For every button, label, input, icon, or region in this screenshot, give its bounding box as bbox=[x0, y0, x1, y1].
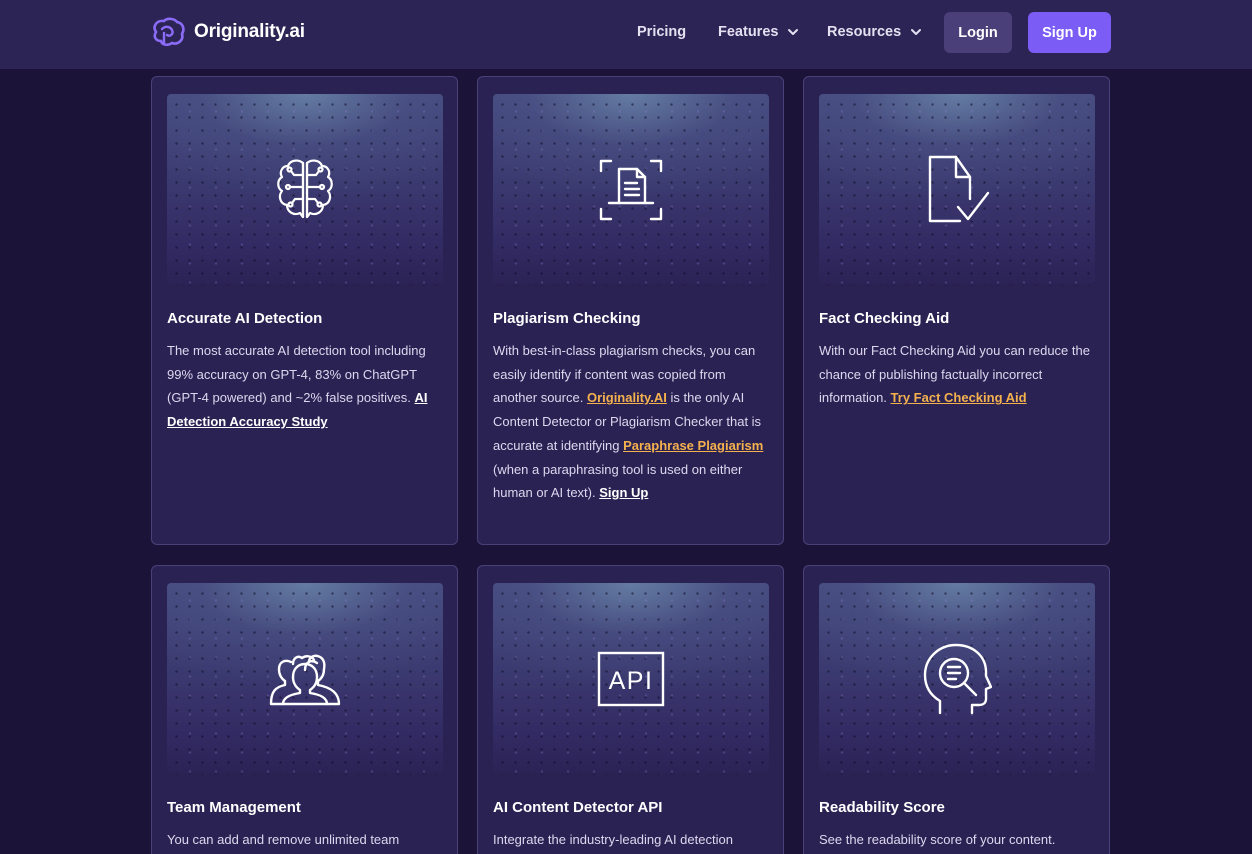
card-image bbox=[819, 94, 1095, 286]
originality-link[interactable]: Originality.AI bbox=[587, 390, 667, 405]
signup-link[interactable]: Sign Up bbox=[599, 485, 648, 500]
feature-card-readability: Readability Score See the readability sc… bbox=[803, 565, 1110, 854]
feature-card-ai-detection: Accurate AI Detection The most accurate … bbox=[151, 76, 458, 545]
card-image bbox=[167, 583, 443, 775]
paraphrase-plagiarism-link[interactable]: Paraphrase Plagiarism bbox=[623, 438, 763, 453]
card-description: You can add and remove unlimited team bbox=[167, 828, 447, 852]
card-image bbox=[493, 94, 769, 286]
card-description: The most accurate AI detection tool incl… bbox=[167, 339, 443, 434]
feature-card-plagiarism: Plagiarism Checking With best-in-class p… bbox=[477, 76, 784, 545]
login-button[interactable]: Login bbox=[944, 12, 1012, 53]
card-text: See the readability score of your conten… bbox=[819, 832, 1056, 847]
brain-logo-icon bbox=[153, 17, 185, 47]
card-text: You can add and remove unlimited team bbox=[167, 832, 400, 847]
card-title: AI Content Detector API bbox=[493, 799, 663, 816]
feature-card-fact-checking: Fact Checking Aid With our Fact Checking… bbox=[803, 76, 1110, 545]
nav-features-label: Features bbox=[718, 24, 779, 40]
nav-pricing-label: Pricing bbox=[637, 24, 687, 40]
card-title: Accurate AI Detection bbox=[167, 310, 323, 327]
feature-card-api: API AI Content Detector API Integrate th… bbox=[477, 565, 784, 854]
nav-resources[interactable]: Resources bbox=[827, 24, 922, 40]
signup-button[interactable]: Sign Up bbox=[1028, 12, 1111, 53]
card-text: Integrate the industry-leading AI detect… bbox=[493, 832, 733, 847]
feature-card-team-management: Team Management You can add and remove u… bbox=[151, 565, 458, 854]
api-icon-label: API bbox=[609, 667, 654, 695]
card-description: With our Fact Checking Aid you can reduc… bbox=[819, 339, 1099, 410]
card-description: With best-in-class plagiarism checks, yo… bbox=[493, 339, 773, 505]
team-users-icon bbox=[269, 654, 341, 706]
brand-logo[interactable]: Originality.ai bbox=[150, 16, 305, 48]
card-image: API bbox=[493, 583, 769, 775]
nav-pricing[interactable]: Pricing bbox=[637, 24, 686, 40]
document-scan-icon bbox=[599, 159, 663, 221]
card-description: Integrate the industry-leading AI detect… bbox=[493, 828, 773, 852]
card-image bbox=[167, 94, 443, 286]
head-search-icon bbox=[923, 643, 992, 715]
navbar: Originality.ai Pricing Features Resource… bbox=[0, 0, 1252, 69]
card-description: See the readability score of your conten… bbox=[819, 828, 1099, 852]
card-text: The most accurate AI detection tool incl… bbox=[167, 343, 426, 406]
api-icon: API bbox=[597, 651, 665, 707]
card-image bbox=[819, 583, 1095, 775]
fact-checking-link[interactable]: Try Fact Checking Aid bbox=[891, 390, 1027, 405]
card-title: Team Management bbox=[167, 799, 301, 816]
nav-resources-label: Resources bbox=[827, 24, 902, 40]
brand-name: Originality.ai bbox=[194, 21, 305, 42]
brain-circuit-icon bbox=[277, 159, 333, 219]
card-title: Plagiarism Checking bbox=[493, 310, 641, 327]
chevron-down-icon bbox=[911, 29, 922, 35]
chevron-down-icon bbox=[788, 29, 799, 35]
document-check-icon bbox=[928, 155, 990, 223]
card-title: Readability Score bbox=[819, 799, 945, 816]
card-title: Fact Checking Aid bbox=[819, 310, 950, 327]
nav-features[interactable]: Features bbox=[718, 24, 799, 40]
